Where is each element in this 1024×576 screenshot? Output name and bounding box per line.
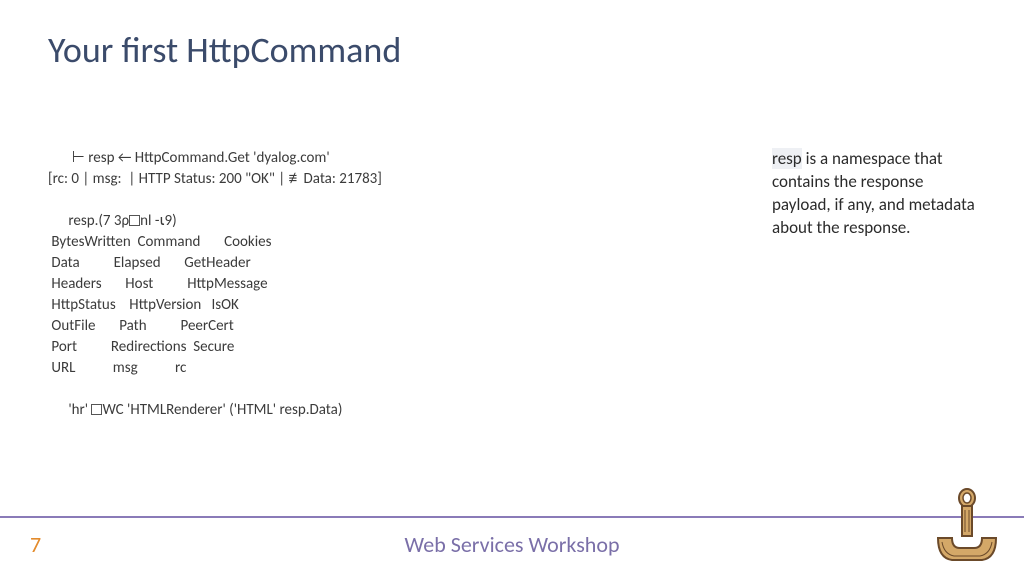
code-line: OutFile Path PeerCert: [48, 317, 234, 335]
code-line: BytesWritten Command Cookies: [48, 233, 271, 251]
quad-icon: [91, 404, 102, 415]
footer-divider: [0, 516, 1024, 518]
code-block: ⊢ resp ← HttpCommand.Get 'dyalog.com' [r…: [48, 148, 382, 421]
note-keyword: resp: [772, 148, 802, 169]
sidebar-note: resp is a namespace that contains the re…: [772, 148, 982, 240]
code-line: Data Elapsed GetHeader: [48, 254, 251, 272]
hammer-logo-icon: [932, 488, 1002, 568]
code-line: [rc: 0 | msg: | HTTP Status: 200 "OK" | …: [48, 170, 382, 188]
code-line: Port Redirections Secure: [48, 338, 234, 356]
code-line: URL msg rc: [48, 359, 186, 377]
code-line: HttpStatus HttpVersion IsOK: [48, 296, 239, 314]
code-line: resp.(7 3ρnl -⍳9): [48, 212, 177, 230]
footer-title: Web Services Workshop: [0, 531, 1024, 558]
code-line: 'hr' WC 'HTMLRenderer' ('HTML' resp.Data…: [48, 401, 342, 419]
slide-title: Your first HttpCommand: [48, 28, 401, 72]
code-line: ⊢ resp ← HttpCommand.Get 'dyalog.com': [48, 149, 330, 167]
code-line: Headers Host HttpMessage: [48, 275, 268, 293]
quad-icon: [129, 215, 140, 226]
